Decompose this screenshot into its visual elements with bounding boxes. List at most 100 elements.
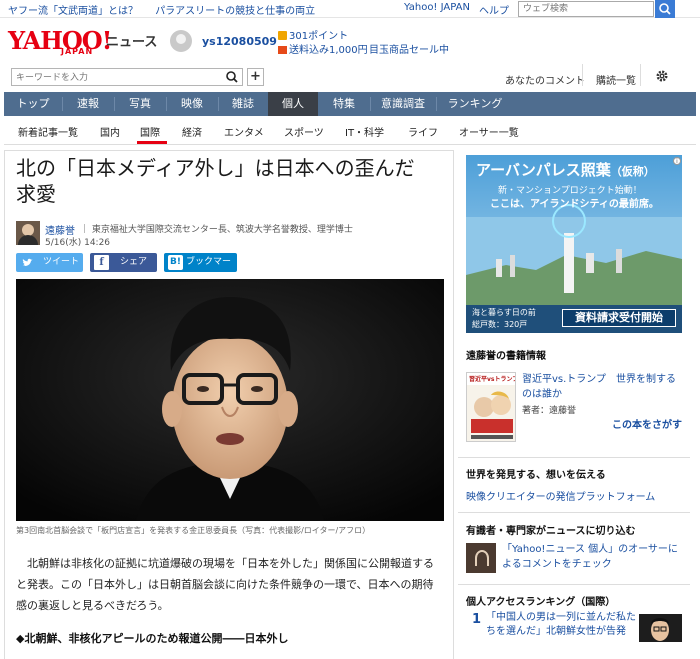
nav-breaking[interactable]: 速報	[62, 92, 114, 116]
book-title-link[interactable]: 習近平vs.トランプ 世界を制するのは誰か	[522, 372, 682, 402]
divider	[458, 457, 690, 458]
find-book-link[interactable]: この本をさがす	[612, 416, 682, 431]
search-icon	[659, 3, 671, 15]
author-avatar[interactable]	[16, 221, 40, 245]
nav-top[interactable]: トップ	[4, 92, 62, 116]
ad-info-icon[interactable]: i	[673, 157, 681, 165]
nav-magazine[interactable]: 雑誌	[218, 92, 268, 116]
yahoo-news-individual-icon	[466, 543, 496, 573]
sale-promo-link[interactable]: 目玉商品セール中	[369, 41, 449, 56]
your-comments-link[interactable]: あなたのコメント	[505, 72, 585, 87]
subnav-it-science[interactable]: IT・科学	[345, 124, 384, 139]
facebook-share-label: シェア	[120, 257, 148, 267]
nav-individual[interactable]: 個人	[268, 92, 318, 116]
help-link[interactable]: ヘルプ	[479, 2, 509, 17]
nav-video[interactable]: 映像	[166, 92, 218, 116]
web-search-button[interactable]	[655, 0, 675, 18]
username-link[interactable]: ys12080509	[202, 35, 277, 48]
yahoo-japan-link[interactable]: Yahoo! JAPAN	[404, 2, 470, 13]
ad-title-sub: （仮称）	[610, 165, 655, 178]
subnav-domestic[interactable]: 国内	[100, 124, 120, 139]
sidebar-ad-banner[interactable]: アーバンパレス照葉（仮称） 新・マンションプロジェクト始動！ ここは、アイランド…	[466, 155, 682, 333]
user-avatar[interactable]	[170, 30, 192, 52]
promo-link-1[interactable]: ヤフー流「文武両道」とは？	[8, 6, 138, 17]
gear-icon	[656, 70, 668, 82]
subnav-entertainment[interactable]: エンタメ	[224, 124, 264, 139]
ad-price-label: 海と暮らす日の前	[472, 308, 536, 317]
keyword-search-input[interactable]	[11, 68, 243, 86]
books-section-title: 遠藤誉の書籍情報	[466, 351, 546, 362]
shipping-label: 送料込み1,000円	[289, 45, 368, 56]
creators-platform-link[interactable]: 映像クリエイターの発信プラットフォーム	[466, 488, 655, 503]
subnav-economy[interactable]: 経済	[182, 124, 202, 139]
ranking-thumbnail[interactable]	[639, 614, 682, 642]
divider	[458, 512, 690, 513]
nav-ranking[interactable]: ランキング	[436, 92, 514, 116]
article-subheading: ◆北朝鮮、非核化アピールのため報道公開――日本外し	[16, 632, 289, 645]
cart-icon	[278, 46, 287, 54]
facebook-icon: f	[94, 255, 109, 270]
subnav-latest[interactable]: 新着記事一覧	[18, 124, 78, 139]
article-title: 北の「日本メディア外し」は日本への歪んだ 求愛	[16, 155, 446, 207]
nav-feature[interactable]: 特集	[318, 92, 370, 116]
subnav-international[interactable]: 国際	[140, 124, 160, 139]
subscriptions-link[interactable]: 購読一覧	[596, 72, 636, 87]
author-comments-link[interactable]: 「Yahoo!ニュース 個人」のオーサーによるコメントをチェック	[502, 542, 684, 572]
article-title-line-2: 求愛	[16, 182, 56, 206]
ranking-number: 1	[472, 612, 482, 627]
author-title-text: 東京福祉大学国際交流センター長、筑波大学名誉教授、理学博士	[91, 225, 353, 235]
subnav-authors[interactable]: オーサー一覧	[459, 124, 519, 139]
article-title-line-1: 北の「日本メディア外し」は日本への歪んだ	[16, 156, 415, 180]
yahoo-logo[interactable]: YAHOO!	[8, 26, 112, 55]
tweet-label: ツイート	[43, 257, 80, 267]
creators-section-title: 世界を発見する、想いを伝える	[466, 470, 606, 481]
ad-title: アーバンパレス照葉（仮称）	[476, 159, 655, 180]
ad-copy-2: ここは、アイランドシティの最前席。	[490, 199, 659, 210]
ranking-item-link[interactable]: 「中国人の男は一列に並んだ私たちを選んだ」北朝鮮女性が告発	[486, 611, 636, 639]
publish-date: 5/16(水) 14:26	[45, 238, 111, 248]
point-coin-icon	[278, 31, 287, 40]
search-icon	[226, 71, 238, 83]
experts-section-title: 有識者・専門家がニュースに切り込む	[466, 526, 636, 537]
article-photo-image	[16, 279, 444, 521]
book-cover-image	[467, 373, 515, 441]
promo-link-2[interactable]: パラアスリートの競技と仕事の両立	[155, 6, 315, 17]
nav-survey[interactable]: 意識調査	[370, 92, 436, 116]
web-search-input[interactable]	[518, 1, 654, 17]
divider	[458, 584, 690, 585]
main-nav: トップ 速報 写真 映像 雑誌 個人 特集 意識調査 ランキング	[4, 92, 696, 116]
nav-photo[interactable]: 写真	[114, 92, 166, 116]
ad-title-main: アーバンパレス照葉	[476, 161, 611, 179]
ranking-section-title: 個人アクセスランキング（国際）	[466, 597, 616, 608]
global-top-bar: ヤフー流「文武両道」とは？ パラアスリートの競技と仕事の両立 Yahoo! JA…	[0, 0, 700, 18]
subnav-sports[interactable]: スポーツ	[284, 124, 324, 139]
service-name[interactable]: ニュース	[106, 31, 157, 50]
author-title: ｜ 東京福祉大学国際交流センター長、筑波大学名誉教授、理学博士	[80, 225, 353, 235]
book-author: 著者：遠藤誉	[522, 406, 577, 416]
facebook-share-button[interactable]: f シェア	[90, 253, 157, 272]
article-body-paragraph: 北朝鮮は非核化の証拠に坑道爆破の現場を「日本を外した」関係国に公開報道すると発表…	[16, 557, 434, 612]
hatena-bookmark-icon: B!	[168, 255, 183, 270]
category-subnav: 新着記事一覧 国内 国際 経済 エンタメ スポーツ IT・科学 ライフ オーサー…	[4, 117, 696, 145]
twitter-icon	[20, 255, 35, 270]
shipping-promo-link[interactable]: 送料込み1,000円	[278, 41, 368, 56]
hatena-bookmark-button[interactable]: B! ブックマーク	[164, 253, 237, 286]
add-button[interactable]: +	[247, 68, 264, 86]
article-photo[interactable]	[16, 279, 444, 521]
top-promo-links: ヤフー流「文武両道」とは？ パラアスリートの競技と仕事の両立	[8, 2, 329, 17]
subnav-life[interactable]: ライフ	[408, 124, 438, 139]
ad-cta-button[interactable]: 資料請求受付開始	[562, 309, 676, 327]
points-link[interactable]: 301ポイント	[278, 27, 348, 42]
ranking-thumbnail-image	[639, 614, 682, 642]
book-cover[interactable]: 習近平vsトランプ	[466, 372, 516, 442]
settings-button[interactable]	[655, 69, 669, 83]
divider	[640, 64, 641, 86]
photo-caption: 第3回南北首脳会談で「板門店宣言」を発表する金正恩委員長（写真：代表撮影/ロイタ…	[16, 526, 371, 535]
ad-price: 総戸数：320戸	[472, 320, 528, 329]
book-cover-title: 習近平vsトランプ	[469, 376, 516, 383]
keyword-search-button[interactable]	[222, 69, 242, 85]
active-tab-indicator	[137, 141, 167, 144]
divider	[582, 64, 583, 86]
tweet-button[interactable]: ツイート	[16, 253, 83, 272]
yahoo-logo-sub: JAPAN	[61, 47, 94, 56]
